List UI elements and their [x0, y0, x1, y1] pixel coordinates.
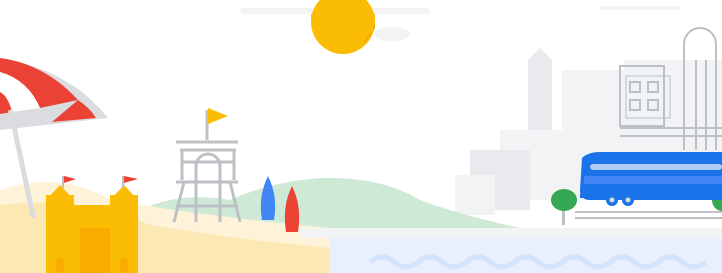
- beach-city-illustration: [0, 0, 722, 273]
- waves-icon: [330, 238, 722, 273]
- road: [300, 228, 722, 238]
- lifeguard-tower-icon: [172, 110, 242, 223]
- flag-icon: [208, 108, 228, 124]
- illustration-canvas: [0, 0, 722, 273]
- sun-icon: [311, 0, 375, 54]
- bus-icon: [580, 152, 722, 206]
- cloud-top: [240, 6, 680, 41]
- sandcastle-icon: [46, 176, 138, 273]
- fence: [575, 211, 722, 219]
